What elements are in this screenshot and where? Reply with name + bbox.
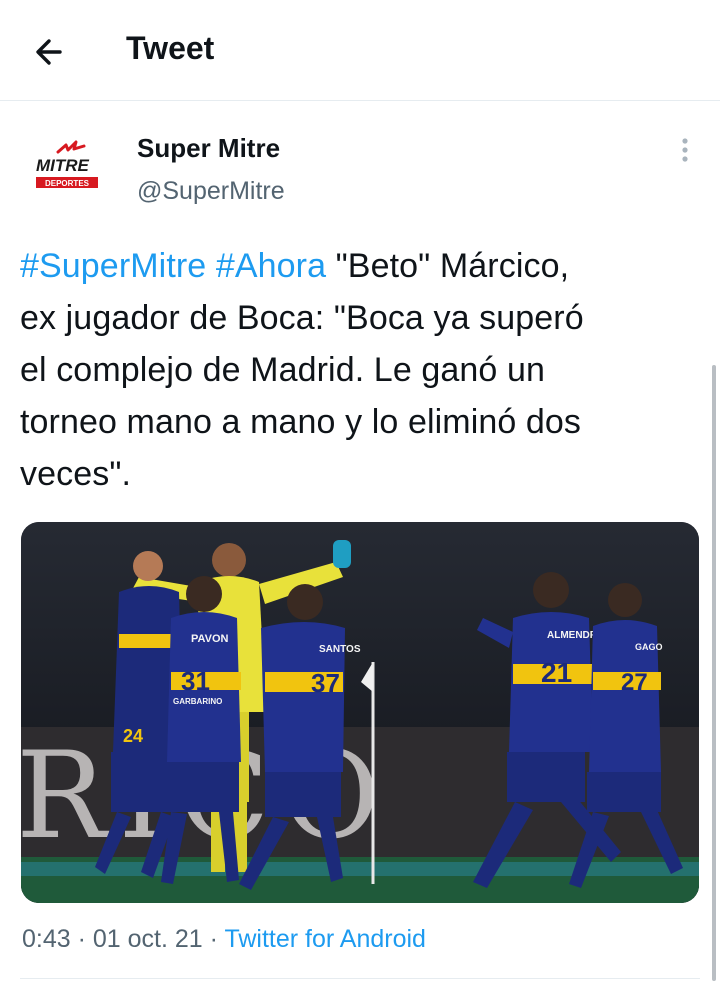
tweet-line: ex jugador de Boca: "Boca ya superó [20, 299, 584, 337]
author-handle[interactable]: @SuperMitre [137, 177, 285, 206]
separator: · [70, 925, 93, 953]
jersey-name: SANTOS [319, 644, 361, 655]
jersey-number: 24 [123, 726, 143, 746]
top-bar: Tweet [0, 0, 720, 101]
author-name[interactable]: Super Mitre [137, 133, 280, 164]
hashtag-link[interactable]: #Ahora [216, 247, 326, 285]
football-celebration-photo: RICO 24 [21, 522, 699, 903]
tweet-photo[interactable]: RICO 24 [21, 522, 699, 903]
more-options-button[interactable] [672, 136, 698, 166]
tweet-time[interactable]: 0:43 [22, 925, 71, 953]
page-title: Tweet [126, 30, 215, 66]
logo-text: MITRE [36, 156, 90, 175]
tweet-source-link[interactable]: Twitter for Android [224, 925, 425, 953]
more-vertical-icon [682, 138, 688, 162]
scrollbar[interactable] [712, 365, 716, 981]
jersey-name: GAGO [635, 642, 663, 652]
jersey-number: 37 [311, 668, 340, 698]
jersey-number: 31 [181, 666, 210, 696]
tweet-text-span: "Beto" Márcico, [335, 247, 570, 285]
tweet-date[interactable]: 01 oct. 21 [93, 925, 203, 953]
logo-subtext: DEPORTES [45, 179, 90, 188]
jersey-name: PAVON [191, 633, 229, 645]
tweet-text: #SuperMitre #Ahora "Beto" Márcico, ex ju… [20, 240, 705, 500]
hashtag-link[interactable]: #SuperMitre [20, 247, 206, 285]
mitre-deportes-logo: MITRE DEPORTES [36, 140, 98, 188]
jersey-number: 21 [541, 657, 572, 688]
tweet-line: torneo mano a mano y lo eliminó dos [20, 403, 582, 441]
separator: · [202, 925, 225, 953]
tweet-line: veces". [20, 455, 132, 493]
back-button[interactable] [30, 32, 70, 72]
divider [20, 978, 700, 979]
avatar[interactable]: MITRE DEPORTES [28, 138, 112, 198]
tweet-line: el complejo de Madrid. Le ganó un [20, 351, 545, 389]
sponsor-text: GARBARINO [173, 697, 222, 706]
jersey-number: 27 [621, 669, 648, 696]
tweet-metadata: 0:43 · 01 oct. 21 · Twitter for Android [22, 925, 426, 954]
arrow-left-icon [36, 39, 62, 65]
tweet-line: #SuperMitre #Ahora "Beto" Márcico, [20, 240, 705, 292]
